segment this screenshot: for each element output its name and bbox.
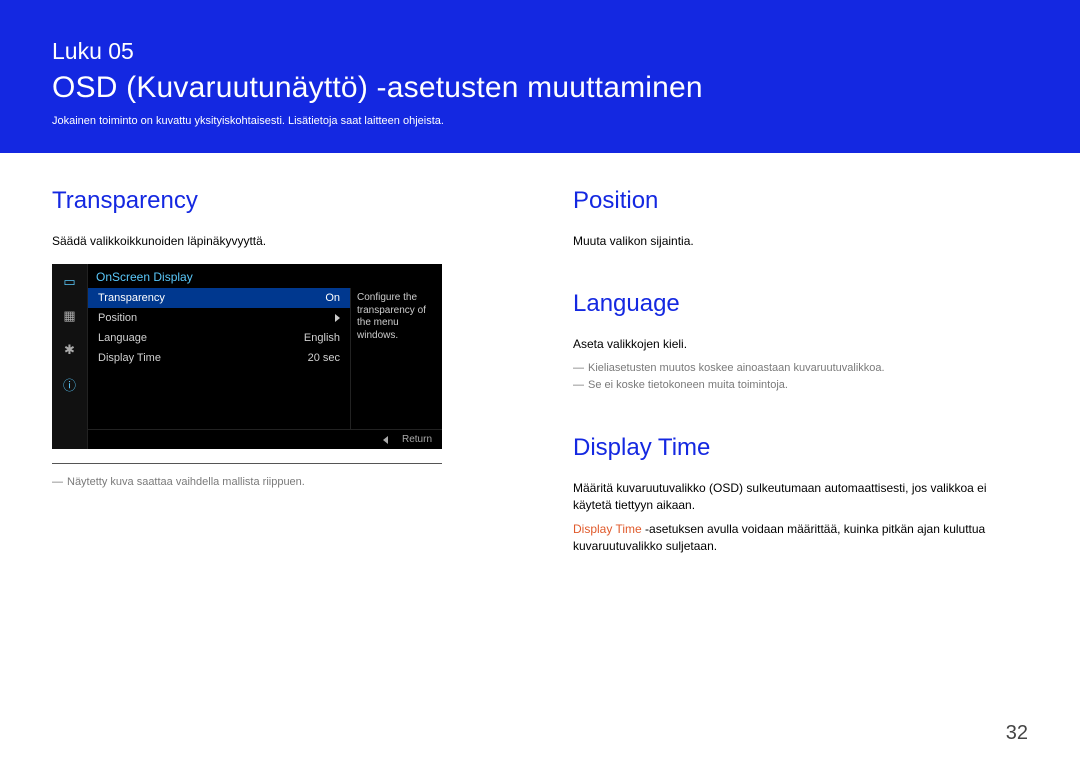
display-time-body-1: Määritä kuvaruutuvalikko (OSD) sulkeutum… — [573, 480, 1028, 515]
osd-row-label: Display Time — [98, 352, 161, 364]
osd-row-label: Language — [98, 332, 147, 344]
osd-row-language: Language English — [88, 328, 350, 348]
osd-row-label: Position — [98, 312, 137, 324]
osd-info-panel: Configure the transparency of the menu w… — [350, 288, 442, 429]
osd-return-label: Return — [402, 434, 432, 445]
info-icon: ⓘ — [60, 374, 80, 394]
osd-row-display-time: Display Time 20 sec — [88, 348, 350, 368]
osd-row-value: 20 sec — [308, 352, 340, 364]
chapter-label: Luku 05 — [52, 38, 1028, 65]
transparency-body: Säädä valikkoikkunoiden läpinäkyvyyttä. — [52, 233, 517, 250]
display-time-section: Display Time Määritä kuvaruutuvalikko (O… — [573, 434, 1028, 556]
language-note-1: Kieliasetusten muutos koskee ainoastaan … — [573, 360, 1028, 377]
osd-row-label: Transparency — [98, 292, 165, 304]
display-time-inline-label: Display Time — [573, 522, 642, 536]
transparency-footnote: Näytetty kuva saattaa vaihdella mallista… — [52, 474, 517, 491]
osd-header: OnScreen Display — [88, 264, 442, 288]
chapter-title: OSD (Kuvaruutunäyttö) -asetusten muuttam… — [52, 71, 1028, 105]
osd-sidebar: ▭ ▦ ✱ ⓘ — [52, 264, 88, 449]
divider — [52, 463, 442, 464]
osd-row-value: English — [304, 332, 340, 344]
display-time-heading: Display Time — [573, 434, 1028, 462]
chapter-subtitle: Jokainen toiminto on kuvattu yksityiskoh… — [52, 115, 1028, 127]
transparency-section: Transparency Säädä valikkoikkunoiden läp… — [52, 187, 517, 491]
osd-row-transparency: Transparency On — [88, 288, 350, 308]
gear-icon: ✱ — [60, 340, 80, 360]
transparency-heading: Transparency — [52, 187, 517, 215]
position-body: Muuta valikon sijaintia. — [573, 233, 1028, 250]
position-section: Position Muuta valikon sijaintia. — [573, 187, 1028, 250]
language-note-2: Se ei koske tietokoneen muita toimintoja… — [573, 377, 1028, 394]
monitor-icon: ▭ — [60, 272, 80, 292]
osd-row-position: Position — [88, 308, 350, 328]
chapter-banner: Luku 05 OSD (Kuvaruutunäyttö) -asetusten… — [0, 0, 1080, 153]
chevron-right-icon — [335, 314, 340, 322]
language-section: Language Aseta valikkojen kieli. Kielias… — [573, 290, 1028, 393]
language-heading: Language — [573, 290, 1028, 318]
position-heading: Position — [573, 187, 1028, 215]
osd-footer: Return — [88, 429, 442, 449]
page-number: 32 — [1006, 722, 1028, 745]
grid-icon: ▦ — [60, 306, 80, 326]
language-body: Aseta valikkojen kieli. — [573, 336, 1028, 353]
triangle-left-icon — [383, 436, 388, 444]
display-time-body-2: Display Time -asetuksen avulla voidaan m… — [573, 521, 1028, 556]
osd-row-value: On — [325, 292, 340, 304]
osd-menu: Transparency On Position Language Englis… — [88, 288, 350, 429]
osd-screenshot: ▭ ▦ ✱ ⓘ OnScreen Display Transparency On — [52, 264, 442, 449]
